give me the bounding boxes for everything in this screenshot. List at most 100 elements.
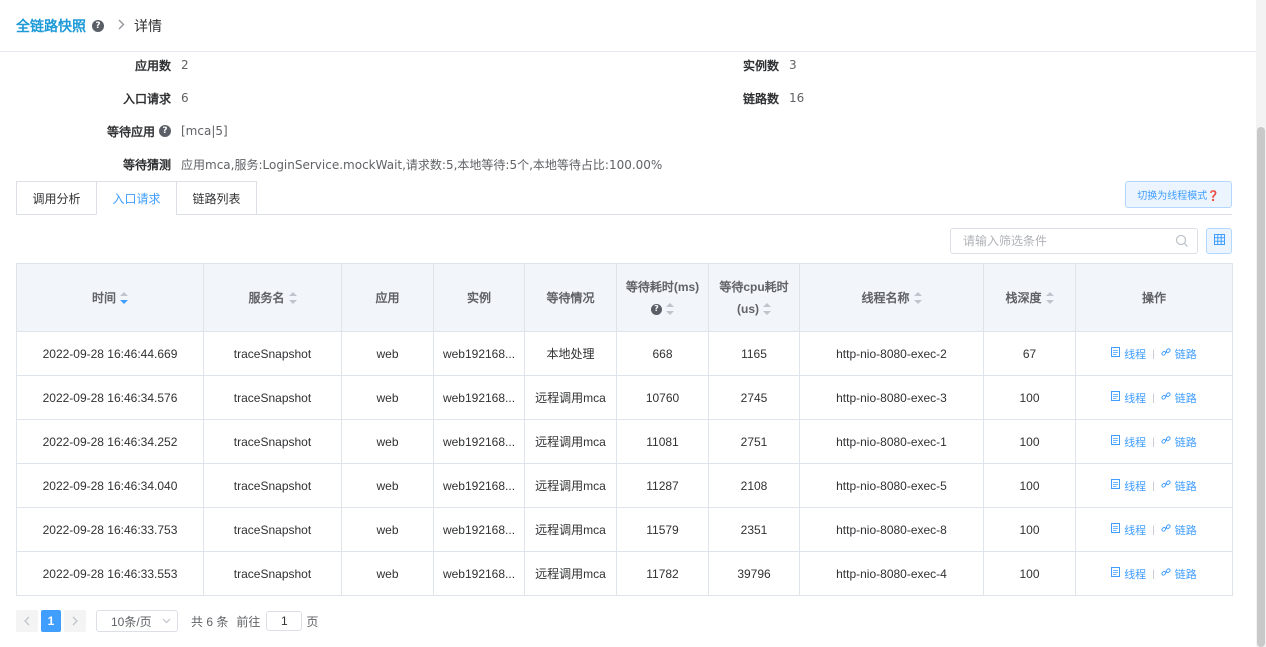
col-service-label: 服务名 — [248, 290, 285, 305]
tab-call-analysis[interactable]: 调用分析 — [16, 181, 97, 215]
sort-icon[interactable] — [1045, 292, 1054, 305]
cell-app: web — [341, 331, 434, 376]
trace-link[interactable]: 链路 — [1161, 566, 1197, 582]
cell-thread: http-nio-8080-exec-4 — [799, 551, 984, 596]
cell-time: 2022-09-28 16:46:44.669 — [16, 331, 204, 376]
col-thread[interactable]: 线程名称 — [799, 263, 984, 332]
trace-count-label: 链路数 — [742, 91, 779, 106]
cell-thread: http-nio-8080-exec-2 — [799, 331, 984, 376]
col-thread-label: 线程名称 — [861, 290, 910, 305]
document-icon — [1111, 347, 1124, 360]
trace-link[interactable]: 链路 — [1161, 522, 1197, 538]
trace-link[interactable]: 链路 — [1161, 346, 1197, 362]
table-row: 2022-09-28 16:46:33.753 traceSnapshot web w… — [16, 507, 1233, 552]
chevron-right-icon — [118, 19, 125, 33]
cell-cpu-us: 2751 — [708, 419, 800, 464]
document-icon — [1111, 391, 1124, 404]
tab-entry-requests[interactable]: 入口请求 — [96, 181, 177, 215]
col-wait-cpu-unit-wrap: (us) — [709, 298, 799, 320]
cell-instance: web192168... — [433, 331, 525, 376]
document-icon — [1111, 479, 1124, 492]
cell-depth: 100 — [983, 375, 1076, 420]
trace-link[interactable]: 链路 — [1161, 390, 1197, 406]
page-scrollbar[interactable] — [1256, 0, 1266, 647]
cell-ops: 线程 | 链路 — [1075, 551, 1233, 596]
cell-wait-ms: 11287 — [616, 463, 709, 508]
thread-link[interactable]: 线程 — [1111, 346, 1146, 362]
cell-wait-ms: 11579 — [616, 507, 709, 552]
col-service[interactable]: 服务名 — [203, 263, 342, 332]
scrollbar-thumb[interactable] — [1257, 127, 1265, 647]
trace-count-value: 16 — [789, 91, 805, 105]
thread-link[interactable]: 线程 — [1111, 390, 1146, 406]
thread-link[interactable]: 线程 — [1111, 566, 1146, 582]
help-icon[interactable]: ? — [651, 303, 662, 315]
trace-link[interactable]: 链路 — [1161, 478, 1197, 494]
goto-unit: 页 — [306, 614, 319, 629]
cell-time: 2022-09-28 16:46:34.576 — [16, 375, 204, 420]
instance-count-value: 3 — [789, 58, 797, 72]
prev-page-button[interactable] — [16, 610, 38, 632]
goto-page-input[interactable]: 1 — [266, 611, 303, 631]
page-size-select[interactable]: 10条/页 — [96, 610, 178, 632]
waiting-apps-label-wrap: 等待应用 ? — [100, 123, 171, 140]
help-icon[interactable]: ? — [159, 125, 171, 137]
sort-icon[interactable] — [763, 303, 771, 316]
document-icon — [1111, 567, 1124, 580]
divider: | — [1152, 349, 1155, 360]
col-time-label: 时间 — [91, 290, 116, 305]
col-wait-ms[interactable]: 等待耗时(ms) ? — [616, 263, 709, 332]
link-icon — [1161, 347, 1175, 360]
col-depth[interactable]: 栈深度 — [983, 263, 1076, 332]
search-icon[interactable] — [1175, 234, 1189, 251]
cell-wait: 远程调用mca — [524, 507, 617, 552]
cell-wait: 远程调用mca — [524, 463, 617, 508]
divider: | — [1152, 525, 1155, 536]
cell-wait: 本地处理 — [524, 331, 617, 376]
sort-icon[interactable] — [666, 303, 674, 316]
thread-link[interactable]: 线程 — [1111, 478, 1146, 494]
col-wait: 等待情况 — [524, 263, 617, 332]
col-wait-cpu[interactable]: 等待cpu耗时 (us) — [708, 263, 800, 332]
table-row: 2022-09-28 16:46:33.553 traceSnapshot web w… — [16, 551, 1233, 596]
divider: | — [1152, 437, 1155, 448]
filter-search-input[interactable] — [963, 229, 1173, 253]
tab-trace-list[interactable]: 链路列表 — [176, 181, 257, 215]
sort-icon[interactable] — [120, 292, 128, 305]
summary-trace-count: 链路数 16 — [700, 88, 804, 108]
column-settings-button[interactable] — [1206, 228, 1232, 254]
thread-link-label: 线程 — [1124, 436, 1147, 449]
cell-ops: 线程 | 链路 — [1075, 463, 1233, 508]
breadcrumb-root-link[interactable]: 全链路快照 — [16, 16, 86, 36]
chevron-down-icon — [162, 618, 171, 624]
table-row: 2022-09-28 16:46:44.669 traceSnapshot web w… — [16, 331, 1233, 376]
thread-link[interactable]: 线程 — [1111, 522, 1146, 538]
link-icon — [1161, 391, 1175, 404]
cell-app: web — [341, 419, 434, 464]
switch-thread-mode-button[interactable]: 切换为线程模式❓ — [1125, 181, 1232, 208]
entry-requests-label: 入口请求 — [122, 91, 171, 106]
sort-icon[interactable] — [288, 292, 297, 305]
table-row: 2022-09-28 16:46:34.040 traceSnapshot web w… — [16, 463, 1233, 508]
cell-time: 2022-09-28 16:46:33.753 — [16, 507, 204, 552]
thread-link[interactable]: 线程 — [1111, 434, 1146, 450]
cell-instance: web192168... — [433, 375, 525, 420]
grid-icon — [1213, 234, 1225, 248]
cell-wait-ms: 11081 — [616, 419, 709, 464]
header-bar: 全链路快照 ? 详情 — [0, 0, 1256, 52]
cell-wait: 远程调用mca — [524, 551, 617, 596]
cell-wait-ms: 668 — [616, 331, 709, 376]
cell-wait-ms: 10760 — [616, 375, 709, 420]
page-number-1[interactable]: 1 — [41, 610, 61, 632]
thread-link-label: 线程 — [1124, 480, 1147, 493]
thread-link-label: 线程 — [1124, 568, 1147, 581]
filter-search-box[interactable] — [950, 228, 1198, 254]
trace-link-label: 链路 — [1174, 480, 1197, 493]
cell-cpu-us: 2108 — [708, 463, 800, 508]
trace-link[interactable]: 链路 — [1161, 434, 1197, 450]
sort-icon[interactable] — [913, 292, 922, 305]
help-icon[interactable]: ? — [92, 19, 104, 32]
next-page-button[interactable] — [64, 610, 86, 632]
col-wait-ms-label: 等待耗时(ms) — [625, 279, 700, 294]
col-time[interactable]: 时间 — [16, 263, 204, 332]
